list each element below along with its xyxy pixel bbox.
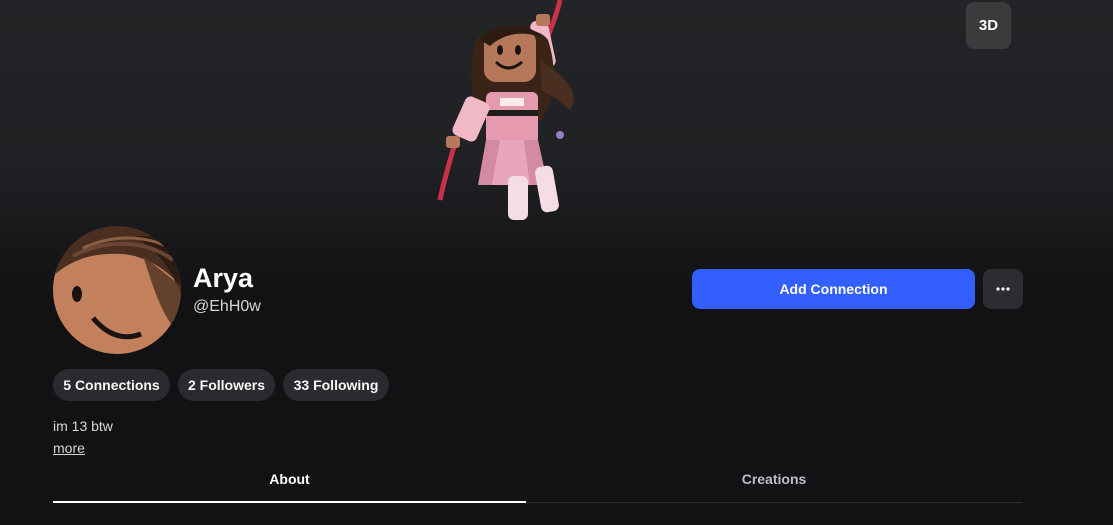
- avatar-headshot[interactable]: [53, 226, 181, 354]
- following-count-button[interactable]: 33 Following: [283, 369, 389, 401]
- active-tab-indicator: [53, 501, 526, 503]
- view-3d-button[interactable]: 3D: [966, 2, 1011, 49]
- followers-count-button[interactable]: 2 Followers: [178, 369, 275, 401]
- more-options-button[interactable]: [983, 269, 1023, 309]
- profile-bio: im 13 btw: [53, 418, 113, 434]
- connections-count-button[interactable]: 5 Connections: [53, 369, 170, 401]
- tab-divider: [526, 502, 1022, 503]
- profile-page: 3D Arya @EhH0w Add Connection 5 Connecti…: [0, 0, 1113, 525]
- tab-about[interactable]: About: [53, 456, 526, 502]
- headshot-image: [53, 226, 181, 354]
- username: @EhH0w: [193, 298, 261, 315]
- display-name: Arya: [193, 263, 254, 293]
- ellipsis-icon: [996, 287, 1010, 291]
- bio-more-link[interactable]: more: [53, 440, 85, 457]
- add-connection-button[interactable]: Add Connection: [692, 269, 975, 309]
- tab-creations[interactable]: Creations: [526, 456, 1022, 502]
- avatar-body-image: [437, 0, 574, 220]
